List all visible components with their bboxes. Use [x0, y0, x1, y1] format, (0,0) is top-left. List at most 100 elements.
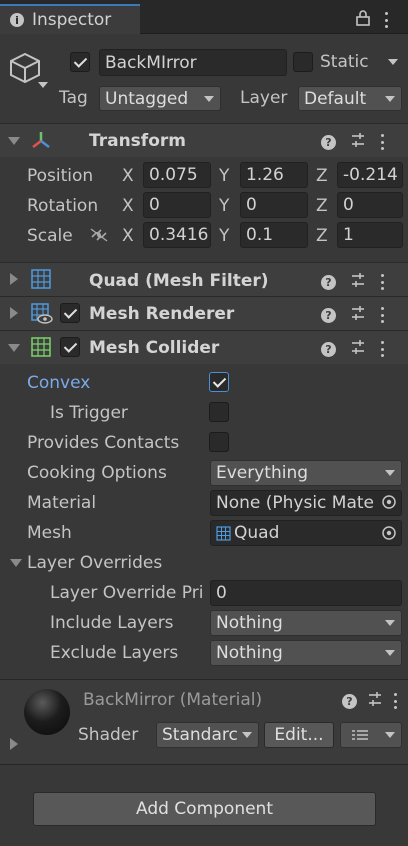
- cooking-options-dropdown[interactable]: Everything: [210, 460, 402, 486]
- static-checkbox[interactable]: [293, 52, 313, 72]
- foldout-arrow-icon[interactable]: [8, 344, 20, 352]
- exclude-layers-value: Nothing: [216, 643, 283, 663]
- mesh-collider-title: Mesh Collider: [89, 338, 220, 358]
- foldout-arrow-icon[interactable]: [10, 273, 18, 285]
- edit-shader-button[interactable]: Edit...: [264, 722, 334, 748]
- include-layers-dropdown[interactable]: Nothing: [210, 610, 402, 636]
- list-icon: [352, 729, 368, 741]
- preset-sliders-icon[interactable]: [350, 305, 366, 325]
- rotation-z-label: Z: [316, 196, 328, 216]
- rotation-label: Rotation: [27, 196, 99, 216]
- material-menu-kebab-icon[interactable]: [393, 693, 397, 709]
- provides-contacts-checkbox[interactable]: [209, 432, 229, 452]
- component-menu-kebab-icon[interactable]: [380, 341, 384, 357]
- active-checkbox[interactable]: [70, 52, 90, 72]
- include-layers-label: Include Layers: [50, 613, 174, 633]
- rotation-x-field[interactable]: 0: [143, 192, 211, 218]
- layer-value: Default: [304, 88, 367, 109]
- shader-options-dropdown[interactable]: [340, 722, 402, 748]
- info-icon: i: [10, 13, 24, 27]
- material-label: Material: [27, 493, 97, 513]
- tag-value: Untagged: [105, 88, 189, 109]
- object-picker-icon[interactable]: [381, 525, 397, 545]
- help-icon[interactable]: ?: [321, 341, 336, 357]
- layer-override-priority-label: Layer Override Pri: [50, 583, 204, 603]
- position-z-field[interactable]: -0.214: [337, 162, 403, 188]
- exclude-layers-label: Exclude Layers: [50, 643, 179, 663]
- tag-label: Tag: [59, 88, 88, 108]
- position-x-field[interactable]: 0.075: [143, 162, 211, 188]
- foldout-arrow-icon[interactable]: [8, 137, 20, 145]
- static-label: Static: [320, 52, 369, 72]
- preset-sliders-icon[interactable]: [367, 691, 383, 711]
- material-foldout-arrow-icon[interactable]: [10, 738, 18, 750]
- object-picker-icon[interactable]: [381, 494, 397, 514]
- tab-menu-kebab-icon[interactable]: [384, 12, 388, 28]
- component-menu-kebab-icon[interactable]: [380, 134, 384, 150]
- mesh-renderer-enabled-checkbox[interactable]: [60, 303, 80, 323]
- mesh-grid-icon: [216, 525, 231, 541]
- add-component-button[interactable]: Add Component: [33, 792, 376, 826]
- rotation-y-field[interactable]: 0: [240, 192, 308, 218]
- position-y-field[interactable]: 1.26: [240, 162, 308, 188]
- rotation-x-label: X: [122, 196, 134, 216]
- mesh-filter-icon: [31, 269, 51, 293]
- chevron-down-icon: [385, 732, 395, 738]
- rotation-z-field[interactable]: 0: [337, 192, 403, 218]
- scale-y-label: Y: [219, 226, 230, 246]
- convex-checkbox[interactable]: [209, 372, 229, 392]
- chevron-down-icon: [385, 620, 395, 626]
- shader-value: Standarc: [162, 725, 238, 745]
- tab-inspector[interactable]: i Inspector: [0, 4, 140, 34]
- mesh-object-field[interactable]: Quad: [210, 520, 402, 546]
- mesh-renderer-title: Mesh Renderer: [89, 304, 235, 324]
- chevron-down-icon: [204, 95, 214, 102]
- convex-label: Convex: [27, 373, 91, 393]
- scale-z-field[interactable]: 1: [337, 222, 403, 248]
- preset-sliders-icon[interactable]: [350, 132, 366, 152]
- help-icon[interactable]: ?: [321, 307, 336, 323]
- component-menu-kebab-icon[interactable]: [380, 274, 384, 290]
- is-trigger-checkbox[interactable]: [209, 402, 229, 422]
- lock-icon[interactable]: [356, 10, 370, 30]
- cooking-options-value: Everything: [216, 463, 309, 483]
- help-icon[interactable]: ?: [321, 134, 336, 150]
- mesh-collider-icon: [31, 337, 51, 361]
- layer-overrides-label[interactable]: Layer Overrides: [27, 553, 162, 573]
- component-menu-kebab-icon[interactable]: [380, 307, 384, 323]
- tab-label: Inspector: [32, 10, 112, 30]
- preset-sliders-icon[interactable]: [350, 272, 366, 292]
- scale-y-field[interactable]: 0.1: [240, 222, 308, 248]
- mesh-collider-enabled-checkbox[interactable]: [60, 337, 80, 357]
- position-x-label: X: [122, 166, 134, 186]
- tag-dropdown[interactable]: Untagged: [99, 86, 221, 111]
- divider: [0, 764, 408, 765]
- object-name-field[interactable]: BackMIrror: [99, 49, 287, 76]
- position-z-label: Z: [316, 166, 328, 186]
- help-icon[interactable]: ?: [342, 693, 357, 709]
- help-icon[interactable]: ?: [321, 274, 336, 290]
- shader-dropdown[interactable]: Standarc: [156, 722, 259, 748]
- foldout-arrow-icon[interactable]: [10, 307, 18, 319]
- layer-override-priority-field[interactable]: 0: [210, 580, 402, 606]
- layer-overrides-foldout-icon[interactable]: [10, 559, 22, 567]
- scale-z-label: Z: [316, 226, 328, 246]
- mesh-renderer-icon: [31, 303, 53, 329]
- mesh-label: Mesh: [27, 523, 72, 543]
- layer-dropdown[interactable]: Default: [298, 86, 402, 111]
- scale-x-field[interactable]: 0.3416: [143, 222, 211, 248]
- mesh-filter-title: Quad (Mesh Filter): [89, 271, 269, 291]
- material-preview-sphere[interactable]: [24, 689, 70, 735]
- material-value: None (Physic Mate: [216, 493, 375, 513]
- material-object-field[interactable]: None (Physic Mate: [210, 490, 402, 516]
- chevron-down-icon: [385, 470, 395, 476]
- static-dropdown-arrow-icon[interactable]: [388, 59, 398, 65]
- constrain-proportions-link-icon[interactable]: [89, 227, 109, 247]
- preset-sliders-icon[interactable]: [350, 339, 366, 359]
- icon-dropdown-arrow-icon[interactable]: [38, 82, 48, 88]
- exclude-layers-dropdown[interactable]: Nothing: [210, 640, 402, 666]
- chevron-down-icon: [385, 650, 395, 656]
- provides-contacts-label: Provides Contacts: [27, 433, 180, 453]
- layer-label: Layer: [240, 88, 288, 108]
- cooking-options-label: Cooking Options: [27, 463, 167, 483]
